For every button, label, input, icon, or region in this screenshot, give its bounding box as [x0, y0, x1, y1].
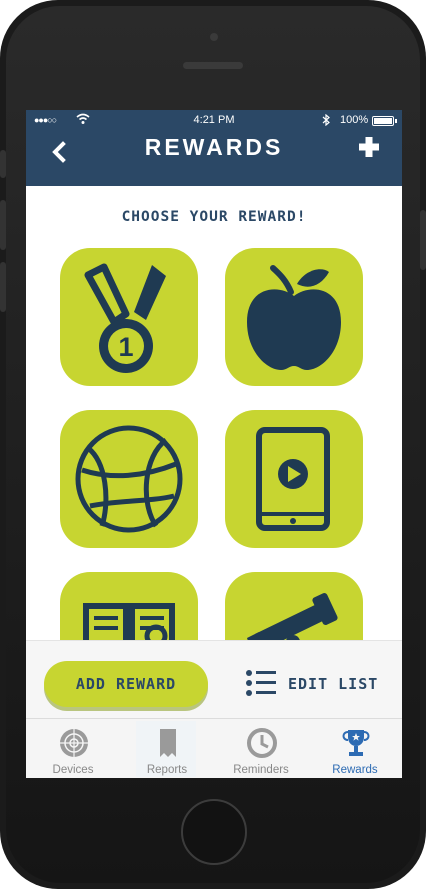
add-button[interactable]: [354, 132, 384, 162]
phone-frame: ●●●○○ 4:21 PM 100% REWARDS CHOOSE YOUR R…: [0, 0, 426, 889]
tab-rewards[interactable]: Rewards: [308, 719, 402, 778]
tab-bar: Devices Reports Reminders Rewards: [26, 718, 402, 778]
tab-reports-label: Reports: [146, 764, 188, 776]
add-reward-button[interactable]: ADD REWARD: [44, 661, 208, 707]
reward-tile-basketball[interactable]: [60, 410, 198, 548]
volume-down-button: [0, 262, 6, 312]
tablet-video-icon: [256, 427, 330, 531]
receipt-icon: [160, 729, 176, 757]
tab-devices-label: Devices: [52, 764, 94, 776]
app-screen: ●●●○○ 4:21 PM 100% REWARDS CHOOSE YOUR R…: [26, 110, 402, 778]
trophy-icon: [342, 730, 370, 756]
battery-percent: 100%: [340, 114, 369, 126]
battery-tip: [395, 119, 397, 123]
reward-tile-apple[interactable]: [225, 248, 363, 386]
bluetooth-icon: [322, 113, 330, 129]
battery-icon: [372, 116, 394, 126]
list-icon: [246, 670, 276, 696]
apple-icon: [247, 265, 341, 370]
plus-icon: [359, 137, 379, 157]
page-title: REWARDS: [144, 134, 284, 160]
medal-icon: 1: [84, 263, 166, 373]
tab-reminders[interactable]: Reminders: [214, 719, 308, 778]
earpiece-speaker: [183, 62, 243, 69]
reward-tile-medal[interactable]: 1: [60, 248, 198, 386]
edit-list-label: EDIT LIST: [288, 675, 379, 693]
tab-reports[interactable]: Reports: [120, 719, 214, 778]
home-button[interactable]: [181, 799, 247, 865]
reward-tile-tablet-video[interactable]: [225, 410, 363, 548]
svg-text:1: 1: [118, 332, 133, 362]
radar-icon: [60, 729, 88, 757]
volume-up-button: [0, 200, 6, 250]
choose-reward-heading: CHOOSE YOUR REWARD!: [121, 209, 307, 225]
basketball-icon: [75, 425, 183, 533]
tab-rewards-label: Rewards: [332, 764, 378, 776]
edit-list-button[interactable]: EDIT LIST: [238, 663, 388, 705]
status-bar: ●●●○○ 4:21 PM 100%: [26, 113, 402, 131]
mute-switch: [0, 150, 6, 178]
nav-bar: ●●●○○ 4:21 PM 100% REWARDS: [26, 110, 402, 186]
action-bar: ADD REWARD EDIT LIST: [26, 640, 402, 718]
tab-reminders-label: Reminders: [233, 764, 289, 776]
front-camera: [210, 33, 218, 41]
clock-icon: [247, 728, 277, 758]
tab-devices[interactable]: Devices: [26, 719, 120, 778]
power-button: [420, 210, 426, 270]
